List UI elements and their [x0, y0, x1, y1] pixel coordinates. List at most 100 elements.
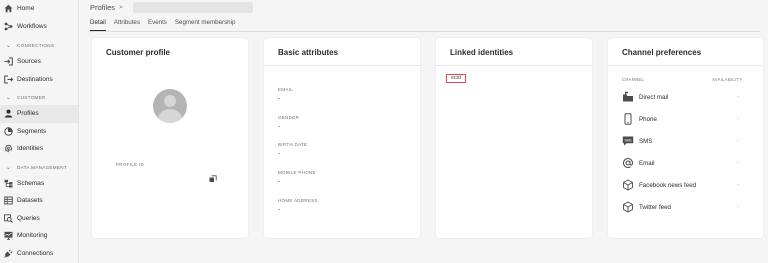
attr-label: BIRTH DATE: [278, 142, 308, 147]
chevron-down-icon: ⌄: [5, 95, 12, 101]
nav-home[interactable]: Home: [0, 0, 78, 18]
user-icon: [4, 109, 13, 118]
nav-schemas[interactable]: Schemas: [0, 175, 78, 193]
attr-gender: GENDER -: [278, 115, 299, 130]
column-header-availability: AVAILABILITY: [712, 77, 743, 82]
nav-destinations[interactable]: Destinations: [0, 71, 78, 89]
nav-workflows-label: Workflows: [17, 22, 47, 30]
sms-icon: SMS: [622, 135, 634, 147]
nav-section-label: CONNECTIONS: [17, 43, 55, 48]
chevron-down-icon: ⌄: [5, 164, 12, 171]
channel-availability: -: [737, 160, 739, 166]
channel-preferences-card: Channel preferences CHANNEL AVAILABILITY…: [608, 38, 763, 238]
nav-datasets-label: Datasets: [17, 197, 43, 205]
channel-row-direct-mail: Direct mail -: [622, 90, 753, 104]
channel-label: SMS: [639, 137, 653, 145]
attr-email: EMAIL -: [278, 87, 293, 102]
attr-label: EMAIL: [278, 87, 294, 92]
channel-availability: -: [737, 182, 739, 188]
attr-value: -: [278, 95, 281, 102]
nav-section-customer[interactable]: ⌄ CUSTOMER: [0, 90, 78, 105]
tab-attributes[interactable]: Attributes: [114, 19, 140, 31]
tab-detail[interactable]: Detail: [90, 19, 106, 31]
channel-row-email: Email -: [622, 156, 753, 170]
channel-label: Direct mail: [639, 93, 669, 101]
card-divider: [436, 65, 592, 66]
at-sign-icon: [622, 157, 634, 169]
nav-section-connections[interactable]: ⌄ CONNECTIONS: [0, 38, 78, 53]
breadcrumb: Profiles >: [90, 2, 253, 13]
nav-queries-label: Queries: [17, 214, 40, 222]
channel-availability: -: [737, 94, 739, 100]
attr-value: -: [278, 123, 281, 130]
chevron-down-icon: ⌄: [5, 43, 12, 49]
nav-monitoring[interactable]: Monitoring: [0, 227, 78, 245]
nav-schemas-label: Schemas: [17, 179, 45, 187]
cube-icon: [622, 201, 634, 213]
card-divider: [264, 65, 420, 66]
nav-monitoring-label: Monitoring: [17, 232, 48, 240]
destinations-icon: [4, 75, 13, 84]
workflow-icon: [4, 22, 13, 31]
channel-row-facebook-news-feed: Facebook news feed -: [622, 178, 753, 192]
tab-segment-membership[interactable]: Segment membership: [175, 19, 236, 31]
breadcrumb-current-placeholder: [132, 2, 253, 13]
nav-sources-label: Sources: [17, 58, 41, 66]
identity-tag-ecid[interactable]: ecid: [446, 74, 467, 83]
nav-destinations-label: Destinations: [17, 75, 53, 83]
mailbox-icon: [622, 91, 634, 103]
attr-mobile-phone: MOBILE PHONE -: [278, 170, 316, 185]
nav-profiles[interactable]: Profiles: [0, 105, 78, 123]
segments-icon: [4, 127, 13, 136]
channel-label: Phone: [639, 115, 657, 123]
home-icon: [4, 4, 13, 13]
nav-workflows[interactable]: Workflows: [0, 18, 78, 36]
channel-row-twitter-feed: Twitter feed -: [622, 200, 753, 214]
nav-profiles-label: Profiles: [17, 110, 39, 118]
svg-text:SMS: SMS: [624, 138, 632, 142]
attr-label: GENDER: [278, 115, 300, 120]
nav-sources[interactable]: Sources: [0, 53, 78, 71]
column-header-channel: CHANNEL: [622, 77, 645, 82]
nav-segments[interactable]: Segments: [0, 123, 78, 141]
card-divider: [608, 65, 763, 66]
schema-icon: [4, 179, 13, 188]
avatar-body: [158, 109, 182, 123]
attr-label: HOME ADDRESS: [278, 198, 318, 203]
attr-home-address: HOME ADDRESS -: [278, 198, 318, 213]
channel-availability: -: [737, 204, 739, 210]
nav-queries[interactable]: Queries: [0, 210, 78, 228]
fingerprint-icon: [4, 144, 13, 153]
attr-value: -: [278, 150, 281, 157]
copy-icon[interactable]: [209, 170, 217, 182]
linked-identities-card: Linked identities ecid: [436, 38, 592, 238]
sources-icon: [4, 57, 13, 66]
channel-availability: -: [737, 138, 739, 144]
nav-section-data-management[interactable]: ⌄ DATA MANAGEMENT: [0, 160, 78, 175]
tab-bar: Detail Attributes Events Segment members…: [90, 19, 243, 31]
nav-identities[interactable]: Identities: [0, 140, 78, 158]
attr-value: -: [278, 206, 281, 213]
nav-connections[interactable]: Connections: [0, 245, 78, 263]
avatar: [153, 89, 187, 123]
main-content: Profiles > Detail Attributes Events Segm…: [80, 0, 768, 263]
query-icon: [4, 214, 13, 223]
channel-label: Facebook news feed: [639, 181, 697, 189]
breadcrumb-profiles-link[interactable]: Profiles: [90, 3, 115, 12]
tab-divider: [90, 31, 760, 32]
attr-value: -: [278, 178, 281, 185]
card-title: Linked identities: [450, 48, 514, 57]
nav-home-label: Home: [17, 5, 35, 13]
phone-icon: [622, 113, 634, 125]
tab-events[interactable]: Events: [148, 19, 167, 31]
channel-label: Email: [639, 159, 655, 167]
nav-identities-label: Identities: [17, 145, 44, 153]
nav-segments-label: Segments: [17, 127, 47, 135]
nav-datasets[interactable]: Datasets: [0, 192, 78, 210]
plug-icon: [4, 249, 13, 258]
card-title: Basic attributes: [278, 48, 339, 57]
nav-section-label: DATA MANAGEMENT: [17, 164, 68, 170]
attr-label: MOBILE PHONE: [278, 170, 316, 175]
attr-birth-date: BIRTH DATE -: [278, 142, 307, 157]
basic-attributes-card: Basic attributes EMAIL - GENDER - BIRTH …: [264, 38, 420, 238]
